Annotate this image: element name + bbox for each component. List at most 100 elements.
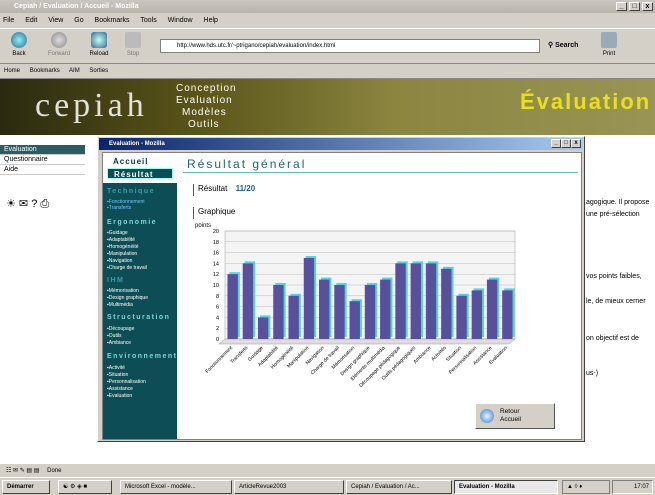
nav-link-ambiance[interactable]: ▪Ambiance	[107, 340, 131, 346]
nav-link-activite[interactable]: ▪Activité	[107, 365, 125, 371]
print-label: Print	[602, 51, 616, 57]
sidebar-item-aide[interactable]: Aide	[0, 165, 85, 175]
back-button[interactable]: Back	[4, 32, 34, 57]
task-excel[interactable]: Microsoft Excel - modèle...	[120, 480, 232, 494]
page-text-fragment: une pré-sélection	[586, 211, 640, 218]
section-environnement: Environnement	[107, 353, 178, 360]
browser-title-bar: Cepiah / Evaluation / Accueil - Mozilla …	[0, 0, 655, 13]
maximize-button[interactable]: □	[629, 2, 640, 11]
page-text-fragment: le, de mieux cerner	[586, 298, 646, 305]
nav-link-personnalisation[interactable]: ▪Personnalisation	[107, 379, 146, 385]
nav-link-situation[interactable]: ▪Situation	[107, 372, 128, 378]
chart-y-tick-label: 4	[216, 315, 219, 321]
bookmarks-toolbar: Home Bookmarks AIM Sorties	[0, 64, 655, 79]
sidebar-item-questionnaire[interactable]: Questionnaire	[0, 155, 85, 165]
nav-link-design-graphique[interactable]: ▪Design graphique	[107, 295, 148, 301]
tab-accueil[interactable]: Accueil	[107, 156, 173, 167]
sidebar-icons[interactable]: ☀ ✉ ? ⎙	[6, 197, 49, 211]
chart-bar	[441, 268, 452, 339]
chart-x-ticks: FonctionnementTransfertsGuidageAdaptabil…	[204, 345, 508, 389]
page-text-fragment: us-)	[586, 370, 599, 377]
start-button[interactable]: Démarrer	[2, 480, 50, 494]
menu-tools[interactable]: Tools	[140, 17, 156, 24]
menu-window[interactable]: Window	[168, 17, 193, 24]
chart-bar	[303, 258, 315, 339]
url-input[interactable]: http://www.hds.utc.fr/~ptrigano/cepiah/e…	[160, 39, 540, 53]
graph-label: Graphique	[193, 207, 235, 219]
nav-link-navigation[interactable]: ▪Navigation	[107, 258, 132, 264]
nav-link-evaluation[interactable]: ▪Evaluation	[107, 393, 132, 399]
menu-go[interactable]: Go	[74, 17, 83, 24]
reload-icon	[91, 32, 107, 48]
back-label: Back	[12, 51, 26, 57]
cepiah-logo: cepiah	[35, 87, 148, 124]
retour-accueil-button[interactable]: Retour Accueil	[475, 403, 555, 429]
bookmark-home[interactable]: Home	[4, 68, 20, 74]
chart-y-tick-label: 12	[213, 272, 219, 278]
section-structuration: Structuration	[107, 314, 171, 321]
clock: 17:07	[612, 480, 653, 494]
menu-view[interactable]: View	[48, 17, 63, 24]
nav-link-decoupage[interactable]: ▪Découpage	[107, 326, 134, 332]
site-sidebar: Evaluation Questionnaire Aide	[0, 145, 90, 175]
reload-button[interactable]: Reload	[84, 32, 114, 57]
search-icon: ⚲	[548, 42, 554, 49]
menu-evaluation[interactable]: Evaluation	[176, 95, 237, 107]
quick-launch[interactable]: ☯ ⚙ ◈ ■	[58, 480, 112, 494]
minimize-button[interactable]: _	[616, 2, 627, 11]
system-tray: ▲ ◊ ♦	[562, 480, 610, 494]
result-panel: Résultat général Résultat 11/20 Graphiqu…	[177, 153, 582, 439]
bookmark-aim[interactable]: AIM	[69, 68, 80, 74]
close-button[interactable]: x	[642, 2, 653, 11]
nav-link-homogeneite[interactable]: ▪Homogénéité	[107, 244, 139, 250]
menu-bookmarks[interactable]: Bookmarks	[95, 17, 130, 24]
chart-y-tick-label: 16	[213, 251, 219, 257]
menu-outils[interactable]: Outils	[176, 119, 237, 131]
section-ergonomie: Ergonomie	[107, 219, 158, 226]
sidebar-item-evaluation[interactable]: Evaluation	[0, 145, 85, 155]
nav-link-adaptabilite[interactable]: ▪Adaptabilité	[107, 237, 135, 243]
nav-link-transferts[interactable]: ▪Transferts	[107, 205, 131, 211]
nav-link-guidage[interactable]: ▪Guidage	[107, 230, 128, 236]
dialog-tab-area: Accueil Résultat	[103, 153, 177, 183]
page-heading: Évaluation	[520, 89, 652, 114]
menu-modeles[interactable]: Modèles	[176, 107, 237, 119]
menu-file[interactable]: File	[3, 17, 14, 24]
forward-arrow-icon	[51, 32, 67, 48]
stop-button[interactable]: Stop	[118, 32, 148, 57]
menu-edit[interactable]: Edit	[25, 17, 37, 24]
menu-help[interactable]: Help	[204, 17, 218, 24]
section-ihm: IHM	[107, 277, 125, 284]
print-button[interactable]: Print	[594, 32, 624, 57]
chart-bar	[456, 295, 467, 339]
task-article[interactable]: ArticleRevue2003	[234, 480, 344, 494]
chart-bar	[395, 263, 406, 339]
menu-conception[interactable]: Conception	[176, 83, 237, 95]
nav-link-multimedia[interactable]: ▪Multimédia	[107, 302, 133, 308]
dialog-title: Evaluation - Mozilla	[109, 141, 165, 147]
chart-y-tick-label: 0	[216, 337, 219, 343]
bookmark-sorties[interactable]: Sorties	[89, 68, 108, 74]
nav-link-assistance[interactable]: ▪Assistance	[107, 386, 133, 392]
dialog-close-button[interactable]: x	[571, 139, 581, 148]
nav-link-manipulation[interactable]: ▪Manipulation	[107, 251, 137, 257]
nav-link-charge-de-travail[interactable]: ▪Charge de travail	[107, 265, 147, 271]
task-evaluation[interactable]: Evaluation - Mozilla	[454, 480, 558, 494]
chart-y-axis-label: points	[195, 223, 211, 229]
nav-link-memorisation[interactable]: ▪Mémorisation	[107, 288, 139, 294]
chart-y-tick-label: 6	[216, 305, 219, 311]
task-cepiah[interactable]: Cepiah / Evaluation / Ac...	[346, 480, 452, 494]
bookmark-bookmarks[interactable]: Bookmarks	[30, 68, 60, 74]
nav-link-outils[interactable]: ▪Outils	[107, 333, 122, 339]
reload-label: Reload	[89, 51, 109, 57]
tab-resultat[interactable]: Résultat	[107, 168, 173, 179]
search-button[interactable]: ⚲ Search	[548, 38, 588, 54]
forward-button[interactable]: Forward	[44, 32, 74, 57]
dialog-minimize-button[interactable]: _	[551, 139, 561, 148]
home-arrow-icon	[480, 409, 494, 423]
dialog-maximize-button[interactable]: □	[561, 139, 571, 148]
menu-bar: File Edit View Go Bookmarks Tools Window…	[0, 13, 655, 28]
chart-y-ticks: 0 2 4 6 8 10 12 14 16 18 20	[213, 229, 219, 343]
page-text-fragment: vos points faibles,	[586, 273, 642, 280]
chart-y-tick-label: 10	[213, 283, 219, 289]
